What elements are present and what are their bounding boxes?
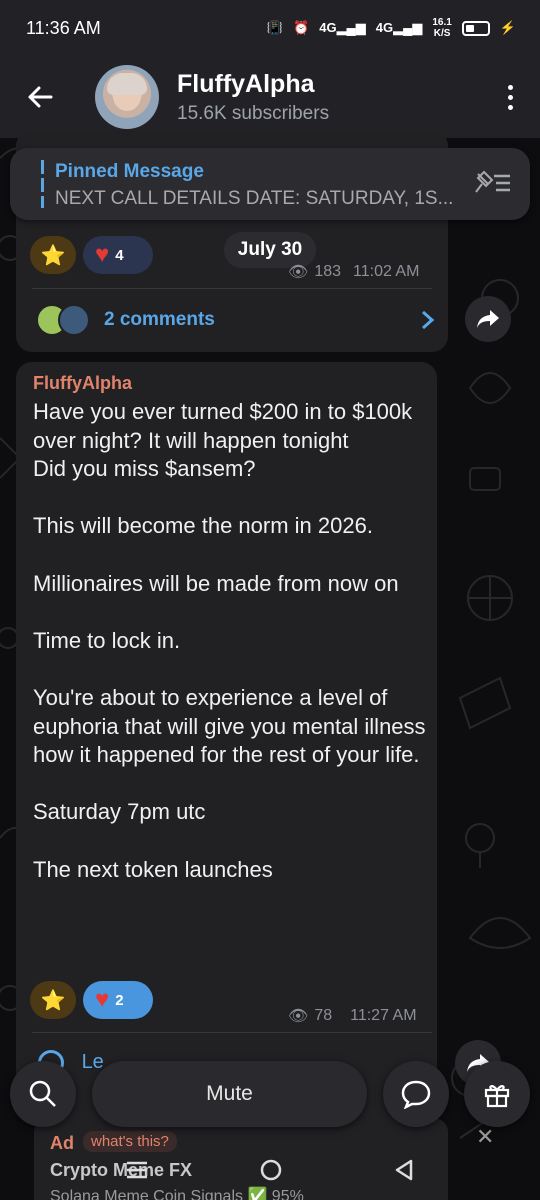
chat-bubble-icon: [401, 1080, 431, 1109]
star-icon: ⭐: [40, 989, 66, 1012]
heart-icon: ♥: [95, 241, 110, 268]
battery-icon: [461, 20, 490, 36]
gift-icon: [484, 1085, 510, 1108]
alarm-icon: ⏰: [293, 20, 310, 35]
eye-icon: 👁: [288, 264, 309, 281]
chevron-right-icon: [422, 310, 435, 330]
view-count: 183: [314, 263, 342, 280]
heart-count: 2: [115, 991, 124, 1009]
subscriber-count: 15.6K subscribers: [177, 102, 330, 124]
heart-icon: ♥: [95, 986, 110, 1013]
system-nav-bar: [0, 1140, 540, 1200]
star-reaction[interactable]: ⭐: [30, 981, 76, 1019]
pinned-text: NEXT CALL DETAILS DATE: SATURDAY, 1S...: [55, 188, 454, 209]
back-button[interactable]: [0, 56, 80, 138]
view-count: 78: [314, 1007, 333, 1024]
net-speed-value: 16.1: [432, 17, 452, 28]
home-icon[interactable]: [259, 1158, 283, 1182]
status-icons: 📳 ⏰ 4G▂▄▆ 4G▂▄▆ 16.1 K/S ⚡: [267, 17, 516, 39]
share-arrow-icon: [477, 310, 499, 328]
comments-divider: [32, 1032, 432, 1033]
message-sender: FluffyAlpha: [33, 373, 132, 393]
message-time: 11:27 AM: [350, 1007, 417, 1024]
network-type-2: 4G: [375, 20, 394, 35]
heart-reaction[interactable]: ♥ 4: [83, 236, 153, 274]
message-meta: 👁 78 11:27 AM: [288, 1006, 417, 1026]
comments-count: 2 comments: [104, 309, 215, 330]
gift-button[interactable]: [464, 1061, 530, 1127]
eye-icon: 👁: [288, 1008, 309, 1025]
status-time: 11:36 AM: [26, 17, 101, 38]
channel-title-block[interactable]: FluffyAlpha 15.6K subscribers: [177, 70, 480, 125]
channel-name: FluffyAlpha: [177, 69, 315, 98]
recent-apps-icon[interactable]: [125, 1160, 149, 1180]
vibrate-icon: 📳: [266, 20, 284, 35]
pinned-title: Pinned Message: [55, 161, 204, 182]
prev-message-meta: 👁 183 11:02 AM: [288, 262, 419, 282]
heart-reaction-selected[interactable]: ♥ 2: [83, 981, 153, 1019]
signal-icon-2: 4G▂▄▆: [375, 20, 423, 35]
pin-indicator: [41, 160, 44, 208]
back-nav-icon[interactable]: [393, 1158, 415, 1182]
message-time: 11:02 AM: [353, 263, 420, 280]
star-reaction[interactable]: ⭐: [30, 236, 76, 274]
channel-avatar[interactable]: [95, 65, 159, 129]
comments-button[interactable]: 2 comments: [36, 300, 436, 340]
net-speed: 16.1 K/S: [432, 17, 451, 39]
charging-icon: ⚡: [499, 20, 516, 35]
network-type-1: 4G: [319, 20, 337, 35]
message-text: Have you ever turned $200 in to $100k ov…: [33, 399, 426, 882]
share-button[interactable]: [465, 296, 511, 342]
signal-icon-1: 4G▂▄▆: [319, 20, 366, 35]
comments-divider: [32, 288, 432, 289]
arrow-left-icon: [28, 86, 53, 108]
search-button[interactable]: [10, 1061, 76, 1127]
commenter-avatar: [58, 304, 90, 336]
net-speed-unit: K/S: [433, 28, 451, 39]
pinned-message-bar[interactable]: Pinned Message NEXT CALL DETAILS DATE: S…: [10, 148, 530, 220]
more-vert-icon: [507, 84, 513, 90]
search-icon: [29, 1080, 56, 1107]
more-menu-button[interactable]: [480, 84, 540, 110]
heart-count: 4: [115, 246, 124, 264]
status-bar: 11:36 AM 📳 ⏰ 4G▂▄▆ 4G▂▄▆ 16.1 K/S ⚡: [0, 0, 540, 56]
star-icon: ⭐: [40, 244, 66, 267]
discussion-button[interactable]: [383, 1061, 449, 1127]
mute-button[interactable]: Mute: [92, 1061, 367, 1127]
chat-header: FluffyAlpha 15.6K subscribers: [0, 56, 540, 138]
unpin-list-icon[interactable]: [474, 170, 512, 196]
